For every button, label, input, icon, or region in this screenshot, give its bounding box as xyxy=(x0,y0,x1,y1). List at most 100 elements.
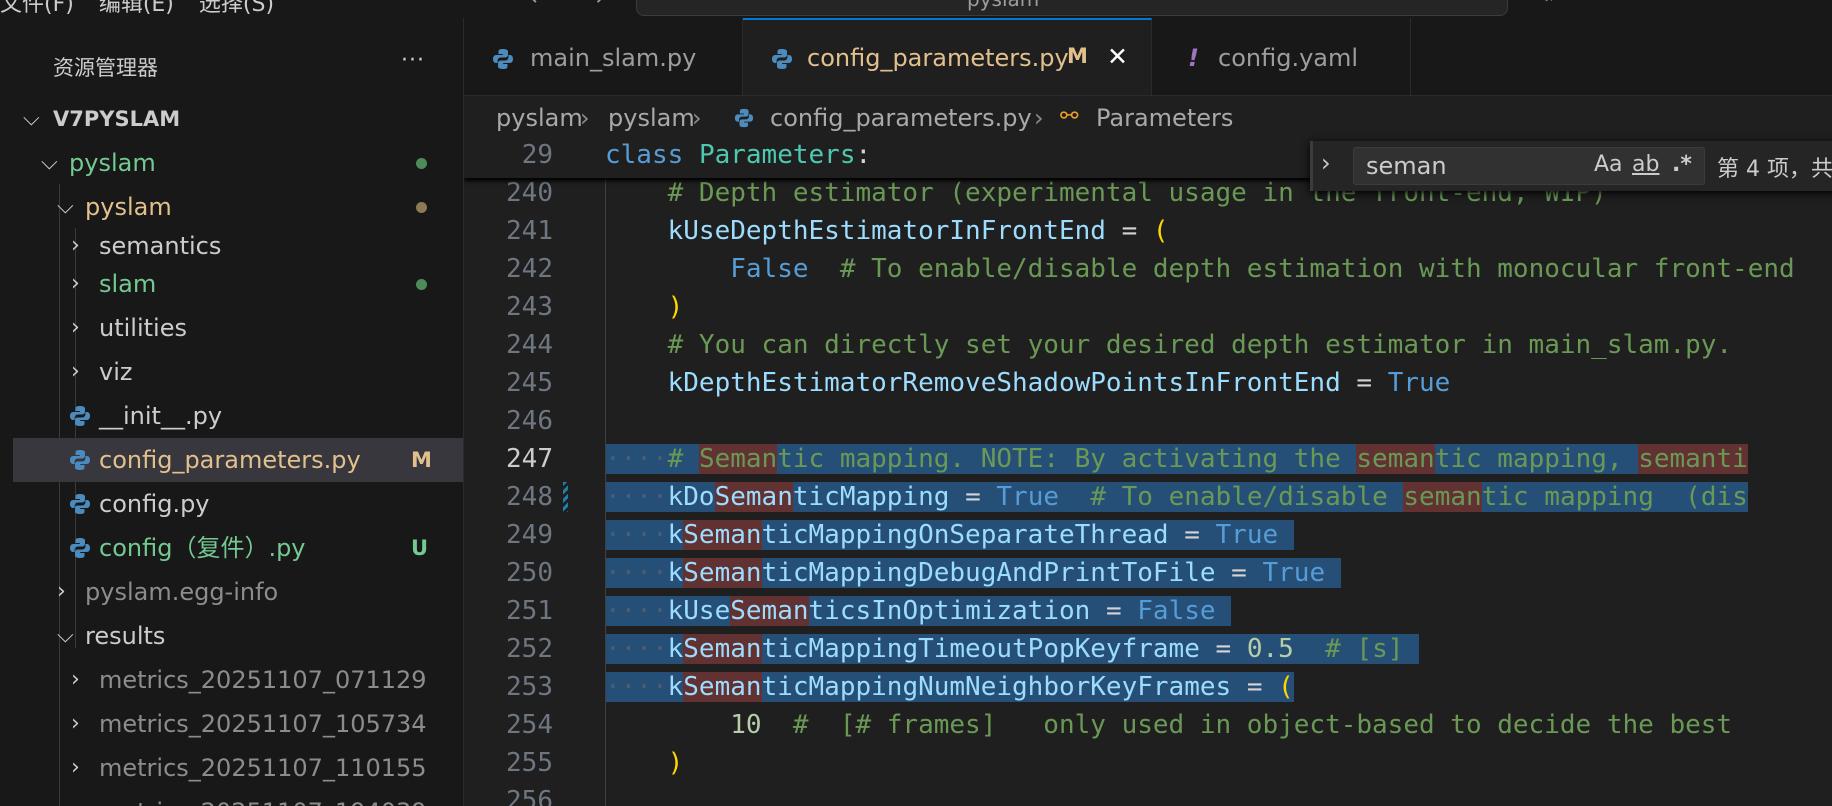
tree-folder[interactable]: › metrics_20251107_105734 xyxy=(13,702,463,746)
match-case-icon[interactable]: Aa xyxy=(1594,152,1623,177)
tree-folder[interactable]: › pyslam.egg-info xyxy=(13,570,463,614)
find-query: seman xyxy=(1366,152,1447,180)
code-line[interactable]: 241 kUseDepthEstimatorInFrontEnd = ( xyxy=(464,212,1832,250)
code-token: False xyxy=(1137,596,1216,626)
editor-tab-bar: main_slam.py config_parameters.py M ✕ ! … xyxy=(464,18,1832,96)
explorer-sidebar: 资源管理器 ··· ⌵ V7PYSLAM ⌵ pyslam ⌵ pyslam › sema… xyxy=(13,18,464,806)
tree-folder[interactable]: › slam xyxy=(13,262,463,306)
code-content: False # To enable/disable depth estimati… xyxy=(605,250,1794,288)
tree-folder[interactable]: › utilities xyxy=(13,306,463,350)
code-line[interactable]: 247💡····# Semantic mapping. NOTE: By act… xyxy=(464,440,1832,478)
code-line[interactable]: 252 ····kSemanticMappingTimeoutPopKeyfram… xyxy=(464,630,1832,668)
code-line[interactable]: 250 ····kSemanticMappingDebugAndPrintToFi… xyxy=(464,554,1832,592)
code-token: k xyxy=(667,634,684,664)
code-token: ticMappingOnSeparateThread xyxy=(761,520,1169,550)
code-line[interactable]: 251 ····kUseSemanticsInOptimization = Fal… xyxy=(464,592,1832,630)
code-token: seman xyxy=(1356,444,1435,474)
tab-config-yaml[interactable]: ! config.yaml xyxy=(1152,18,1411,95)
line-number: 243 xyxy=(506,292,553,322)
command-center[interactable]: pyslam xyxy=(636,0,1508,16)
code-content: 10 # [# frames] only used in object-base… xyxy=(605,706,1732,744)
line-number: 245 xyxy=(506,368,553,398)
code-token: tic mapping, xyxy=(1434,444,1639,474)
tree-folder[interactable]: ⌵ pyslam xyxy=(13,185,463,229)
tree-file[interactable]: __init__.py xyxy=(13,394,463,438)
menu-selection[interactable]: 选择(S) xyxy=(199,0,274,17)
tree-file[interactable]: config_parameters.py M xyxy=(13,438,463,482)
tree-folder[interactable]: › metrics_20251107_110155 xyxy=(13,746,463,790)
breadcrumb-item[interactable]: pyslam xyxy=(496,104,583,132)
tree-item-label: metrics_20251107_194039 xyxy=(99,790,427,806)
copilot-icon[interactable]: ⌁ xyxy=(1540,0,1553,11)
toggle-replace-icon[interactable]: › xyxy=(1321,149,1331,177)
menu-file[interactable]: 文件(F) xyxy=(0,0,74,17)
python-icon xyxy=(70,538,90,558)
code-token: ticsInOptimization xyxy=(808,596,1091,626)
breadcrumb: pyslam › pyslam › config_parameters.py ›… xyxy=(464,96,1832,140)
tree-folder[interactable]: ⌵ pyslam xyxy=(13,141,463,185)
code-token: tic mapping. NOTE: By activating the xyxy=(777,444,1357,474)
tree-file[interactable]: config（复件）.py U xyxy=(13,526,463,570)
code-token: # [s] xyxy=(1293,634,1404,664)
close-icon[interactable]: ✕ xyxy=(1107,42,1128,71)
code-line[interactable]: 248 ····kDoSemanticMapping = True # To en… xyxy=(464,478,1832,516)
code-token: ( xyxy=(1152,216,1169,246)
find-input[interactable]: seman Aa ab .* xyxy=(1353,147,1705,185)
code-line[interactable]: 249 ····kSemanticMappingOnSeparateThread … xyxy=(464,516,1832,554)
tree-item-label: pyslam xyxy=(85,193,172,221)
chevron-right-icon: › xyxy=(71,315,80,340)
breadcrumb-item[interactable]: config_parameters.py xyxy=(770,104,1032,132)
line-number: 249 xyxy=(506,520,553,550)
chevron-right-icon: › xyxy=(71,711,80,736)
tree-file[interactable]: config.py xyxy=(13,482,463,526)
code-line[interactable]: 244 # You can directly set your desired … xyxy=(464,326,1832,364)
tree-folder[interactable]: ⌵ metrics_20251107_194039 xyxy=(13,790,463,806)
more-actions-icon[interactable]: ··· xyxy=(401,48,425,73)
line-number: 256 xyxy=(506,786,553,806)
code-content: ····kUseSemanticsInOptimization = False xyxy=(605,592,1232,630)
code-token: ( xyxy=(1278,672,1294,702)
workspace-root[interactable]: ⌵ V7PYSLAM xyxy=(13,97,463,141)
tree-folder[interactable]: ⌵ results xyxy=(13,614,463,658)
line-number: 250 xyxy=(506,558,553,588)
menu-edit[interactable]: 编辑(E) xyxy=(99,0,174,17)
code-token: kDo xyxy=(667,482,715,512)
tree-folder[interactable]: › viz xyxy=(13,350,463,394)
whole-word-icon[interactable]: ab xyxy=(1632,152,1659,177)
python-icon xyxy=(493,49,513,69)
line-number: 255 xyxy=(506,748,553,778)
tree-item-label: metrics_20251107_110155 xyxy=(99,754,427,782)
code-line[interactable]: 245 kDepthEstimatorRemoveShadowPointsInF… xyxy=(464,364,1832,402)
yaml-icon: ! xyxy=(1188,44,1199,72)
code-line[interactable]: 254 10 # [# frames] only used in object-… xyxy=(464,706,1832,744)
breadcrumb-item[interactable]: pyslam xyxy=(608,104,695,132)
code-line[interactable]: 243 ) xyxy=(464,288,1832,326)
tree-folder[interactable]: › metrics_20251107_071129 xyxy=(13,658,463,702)
workspace-title: V7PYSLAM xyxy=(53,107,181,131)
code-line[interactable]: 255 ) xyxy=(464,744,1832,782)
code-token: k xyxy=(667,520,684,550)
chevron-right-icon: › xyxy=(1034,104,1044,132)
tree-item-label: config.py xyxy=(99,490,210,518)
code-token: # xyxy=(667,444,699,474)
code-token: k xyxy=(667,558,684,588)
git-status-dot xyxy=(416,279,427,290)
code-content: ····kSemanticMappingDebugAndPrintToFile … xyxy=(605,554,1341,592)
tree-item-label: config（复件）.py xyxy=(99,534,306,562)
code-line[interactable]: 256 xyxy=(464,782,1832,806)
forward-arrow-icon[interactable]: → xyxy=(585,0,603,11)
indent-guide xyxy=(605,174,606,806)
tab-main-slam[interactable]: main_slam.py xyxy=(464,18,743,95)
breadcrumb-item[interactable]: Parameters xyxy=(1096,104,1233,132)
code-line[interactable]: 253 ····kSemanticMappingNumNeighborKeyFra… xyxy=(464,668,1832,706)
tab-config-parameters[interactable]: config_parameters.py M ✕ xyxy=(743,18,1152,95)
chevron-right-icon: › xyxy=(692,104,702,132)
back-arrow-icon[interactable]: ← xyxy=(530,0,548,11)
whitespace-dots: ···· xyxy=(605,672,668,702)
code-line[interactable]: 242 False # To enable/disable depth esti… xyxy=(464,250,1832,288)
code-editor[interactable]: 240 # Depth estimator (experimental usag… xyxy=(464,140,1832,806)
code-content: ····# Semantic mapping. NOTE: By activat… xyxy=(605,440,1748,478)
regex-icon[interactable]: .* xyxy=(1672,152,1692,177)
code-line[interactable]: 246 xyxy=(464,402,1832,440)
